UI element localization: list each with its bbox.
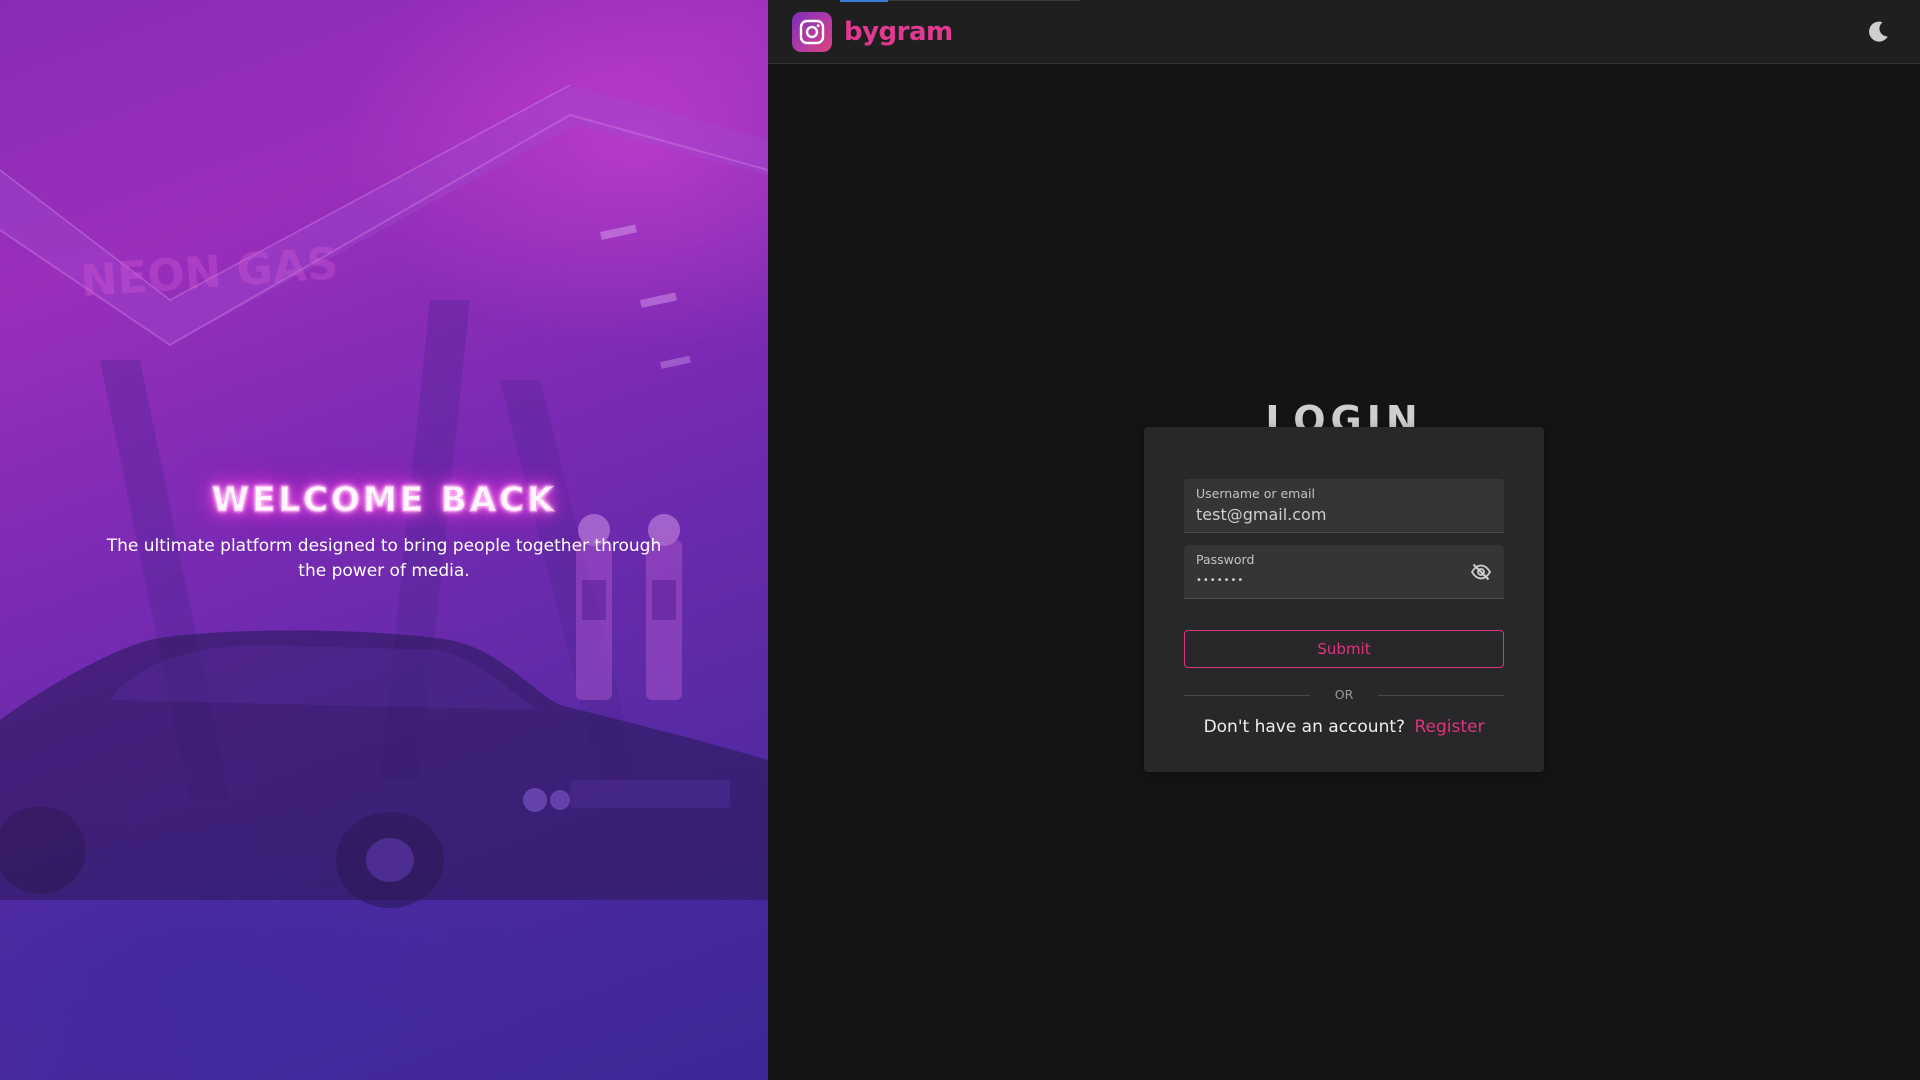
moon-icon xyxy=(1869,21,1888,42)
welcome-subtitle: The ultimate platform designed to bring … xyxy=(106,536,662,581)
divider-line-right xyxy=(1378,695,1504,696)
or-divider: OR xyxy=(1184,687,1504,703)
brand-home-link[interactable]: bygram xyxy=(792,12,953,52)
loading-indicator xyxy=(840,0,888,2)
eye-off-icon xyxy=(1470,563,1492,581)
top-bar: bygram xyxy=(768,0,1920,64)
welcome-title: WELCOME BACK xyxy=(211,480,557,521)
password-field[interactable]: Password xyxy=(1184,545,1504,599)
username-input[interactable] xyxy=(1196,501,1466,527)
username-label: Username or email xyxy=(1196,486,1315,501)
hero-copy: WELCOME BACK The ultimate platform desig… xyxy=(0,480,768,584)
theme-toggle-button[interactable] xyxy=(1864,18,1892,46)
password-input[interactable] xyxy=(1196,567,1466,593)
no-account-text: Don't have an account? xyxy=(1203,717,1406,737)
hero-panel: NEON GAS WELCOME BACK The ultimate platf… xyxy=(0,0,768,1080)
neon-gas-sign: NEON GAS xyxy=(79,238,340,307)
username-field[interactable]: Username or email xyxy=(1184,479,1504,533)
login-card: Username or email Password Submit OR Don… xyxy=(1144,427,1544,772)
instagram-camera-icon xyxy=(792,12,832,52)
submit-button[interactable]: Submit xyxy=(1184,630,1504,668)
password-label: Password xyxy=(1196,552,1255,567)
password-visibility-toggle[interactable] xyxy=(1470,561,1492,583)
register-link[interactable]: Register xyxy=(1414,717,1484,737)
brand-name: bygram xyxy=(844,17,953,47)
register-prompt: Don't have an account? Register xyxy=(1144,717,1544,737)
